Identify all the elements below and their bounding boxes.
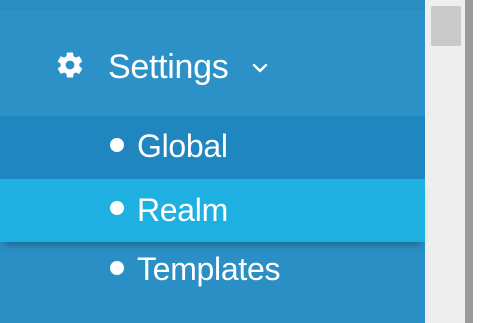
- sidebar-item-templates[interactable]: Templates: [0, 242, 425, 312]
- settings-submenu: Global Realm Templates: [0, 116, 425, 312]
- settings-label: Settings: [108, 48, 229, 86]
- sidebar-item-label: Templates: [137, 251, 281, 287]
- sidebar-item-label: Global: [137, 128, 228, 164]
- screen: Settings Global Realm Templates: [0, 0, 483, 323]
- sidebar: Settings Global Realm Templates: [0, 0, 425, 323]
- sidebar-item-realm[interactable]: Realm: [0, 179, 425, 242]
- scrollbar-border: [465, 0, 473, 323]
- sidebar-item-settings[interactable]: Settings: [0, 10, 425, 116]
- bullet-icon: [110, 201, 124, 215]
- content-area: [473, 0, 483, 323]
- sidebar-item-label: Realm: [137, 192, 228, 228]
- chevron-down-icon: [252, 63, 268, 73]
- gear-icon: [57, 52, 83, 78]
- scrollbar[interactable]: [425, 0, 465, 323]
- scrollbar-thumb[interactable]: [431, 6, 461, 46]
- bullet-icon: [110, 261, 124, 275]
- bullet-icon: [110, 138, 124, 152]
- sidebar-top-edge: [0, 0, 425, 10]
- sidebar-item-global[interactable]: Global: [0, 116, 425, 179]
